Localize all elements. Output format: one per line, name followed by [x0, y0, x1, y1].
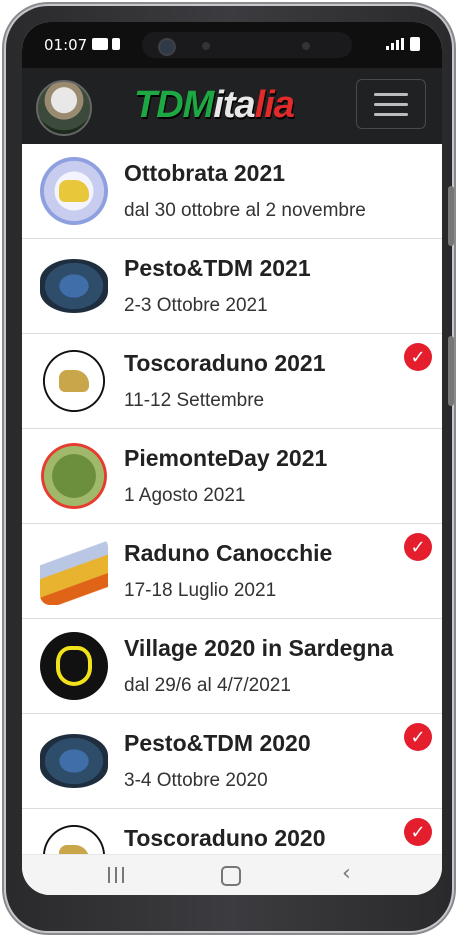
event-logo-pesto — [40, 259, 108, 313]
event-dates: dal 29/6 al 4/7/2021 — [124, 675, 291, 696]
status-bar: 01:07 — [22, 22, 442, 68]
event-title: Ottobrata 2021 — [124, 160, 286, 186]
camera-cutout — [142, 32, 352, 58]
event-item-piemonteday-2021[interactable]: PiemonteDay 2021 1 Agosto 2021 — [22, 429, 442, 524]
status-time: 01:07 — [44, 36, 88, 54]
event-title: Pesto&TDM 2021 — [124, 255, 311, 281]
event-item-pesto-tdm-2020[interactable]: Pesto&TDM 2020 3-4 Ottobre 2020 ✓ — [22, 714, 442, 809]
home-icon[interactable] — [221, 866, 241, 886]
android-nav-bar: ‹ — [22, 854, 442, 895]
event-logo-village — [40, 632, 108, 700]
logo-part-ita: ita — [213, 84, 255, 126]
event-title: Pesto&TDM 2020 — [124, 730, 311, 756]
event-dates: 1 Agosto 2021 — [124, 485, 246, 506]
event-title: Toscoraduno 2020 — [124, 825, 326, 851]
recent-apps-icon[interactable] — [108, 867, 124, 883]
event-title: Raduno Canocchie — [124, 540, 333, 566]
event-item-toscoraduno-2020[interactable]: Toscoraduno 2020 ✓ — [22, 809, 442, 855]
event-item-ottobrata-2021[interactable]: Ottobrata 2021 dal 30 ottobre al 2 novem… — [22, 144, 442, 239]
event-item-pesto-tdm-2021[interactable]: Pesto&TDM 2021 2-3 Ottobre 2021 — [22, 239, 442, 334]
event-logo-toscoraduno — [40, 347, 108, 415]
event-dates: dal 30 ottobre al 2 novembre — [124, 200, 366, 221]
screen: 01:07 TDMitalia Ottobrata 2021 dal 30 ot… — [22, 22, 442, 895]
event-dates: 17-18 Luglio 2021 — [124, 580, 277, 601]
event-title: Toscoraduno 2021 — [124, 350, 326, 376]
event-item-toscoraduno-2021[interactable]: Toscoraduno 2021 11-12 Settembre ✓ — [22, 334, 442, 429]
event-title: Village 2020 in Sardegna — [124, 635, 394, 661]
check-icon: ✓ — [404, 818, 432, 846]
user-avatar[interactable] — [36, 80, 92, 136]
power-button — [448, 336, 454, 406]
tdmitalia-logo[interactable]: TDMitalia — [134, 84, 295, 127]
event-dates: 3-4 Ottobre 2020 — [124, 770, 268, 791]
event-dates: 2-3 Ottobre 2021 — [124, 295, 268, 316]
youtube-notification-icon — [92, 38, 108, 50]
battery-icon — [410, 37, 420, 51]
back-icon[interactable]: ‹ — [342, 861, 351, 886]
check-icon: ✓ — [404, 533, 432, 561]
hamburger-menu-icon[interactable] — [356, 79, 426, 129]
event-list: Ottobrata 2021 dal 30 ottobre al 2 novem… — [22, 144, 442, 855]
event-dates: 11-12 Settembre — [124, 390, 265, 411]
check-icon: ✓ — [404, 723, 432, 751]
logo-part-lia: lia — [254, 84, 295, 126]
phone-frame: 01:07 TDMitalia Ottobrata 2021 dal 30 ot… — [6, 6, 454, 931]
event-logo-ottobrata — [40, 157, 108, 225]
event-item-raduno-canocchie[interactable]: Raduno Canocchie 17-18 Luglio 2021 ✓ — [22, 524, 442, 619]
event-logo-pesto — [40, 734, 108, 788]
camera-lens-icon — [158, 38, 176, 56]
event-logo-canocchie — [40, 537, 108, 605]
event-item-village-2020[interactable]: Village 2020 in Sardegna dal 29/6 al 4/7… — [22, 619, 442, 714]
event-logo-piemonteday — [40, 442, 108, 510]
app-header: TDMitalia — [22, 68, 442, 144]
check-icon: ✓ — [404, 343, 432, 371]
event-title: PiemonteDay 2021 — [124, 445, 328, 471]
volume-button — [448, 186, 454, 246]
notification-icon — [112, 38, 120, 50]
logo-part-tdm: TDM — [134, 84, 214, 126]
signal-icon — [386, 38, 404, 50]
event-logo-toscoraduno — [40, 822, 108, 855]
